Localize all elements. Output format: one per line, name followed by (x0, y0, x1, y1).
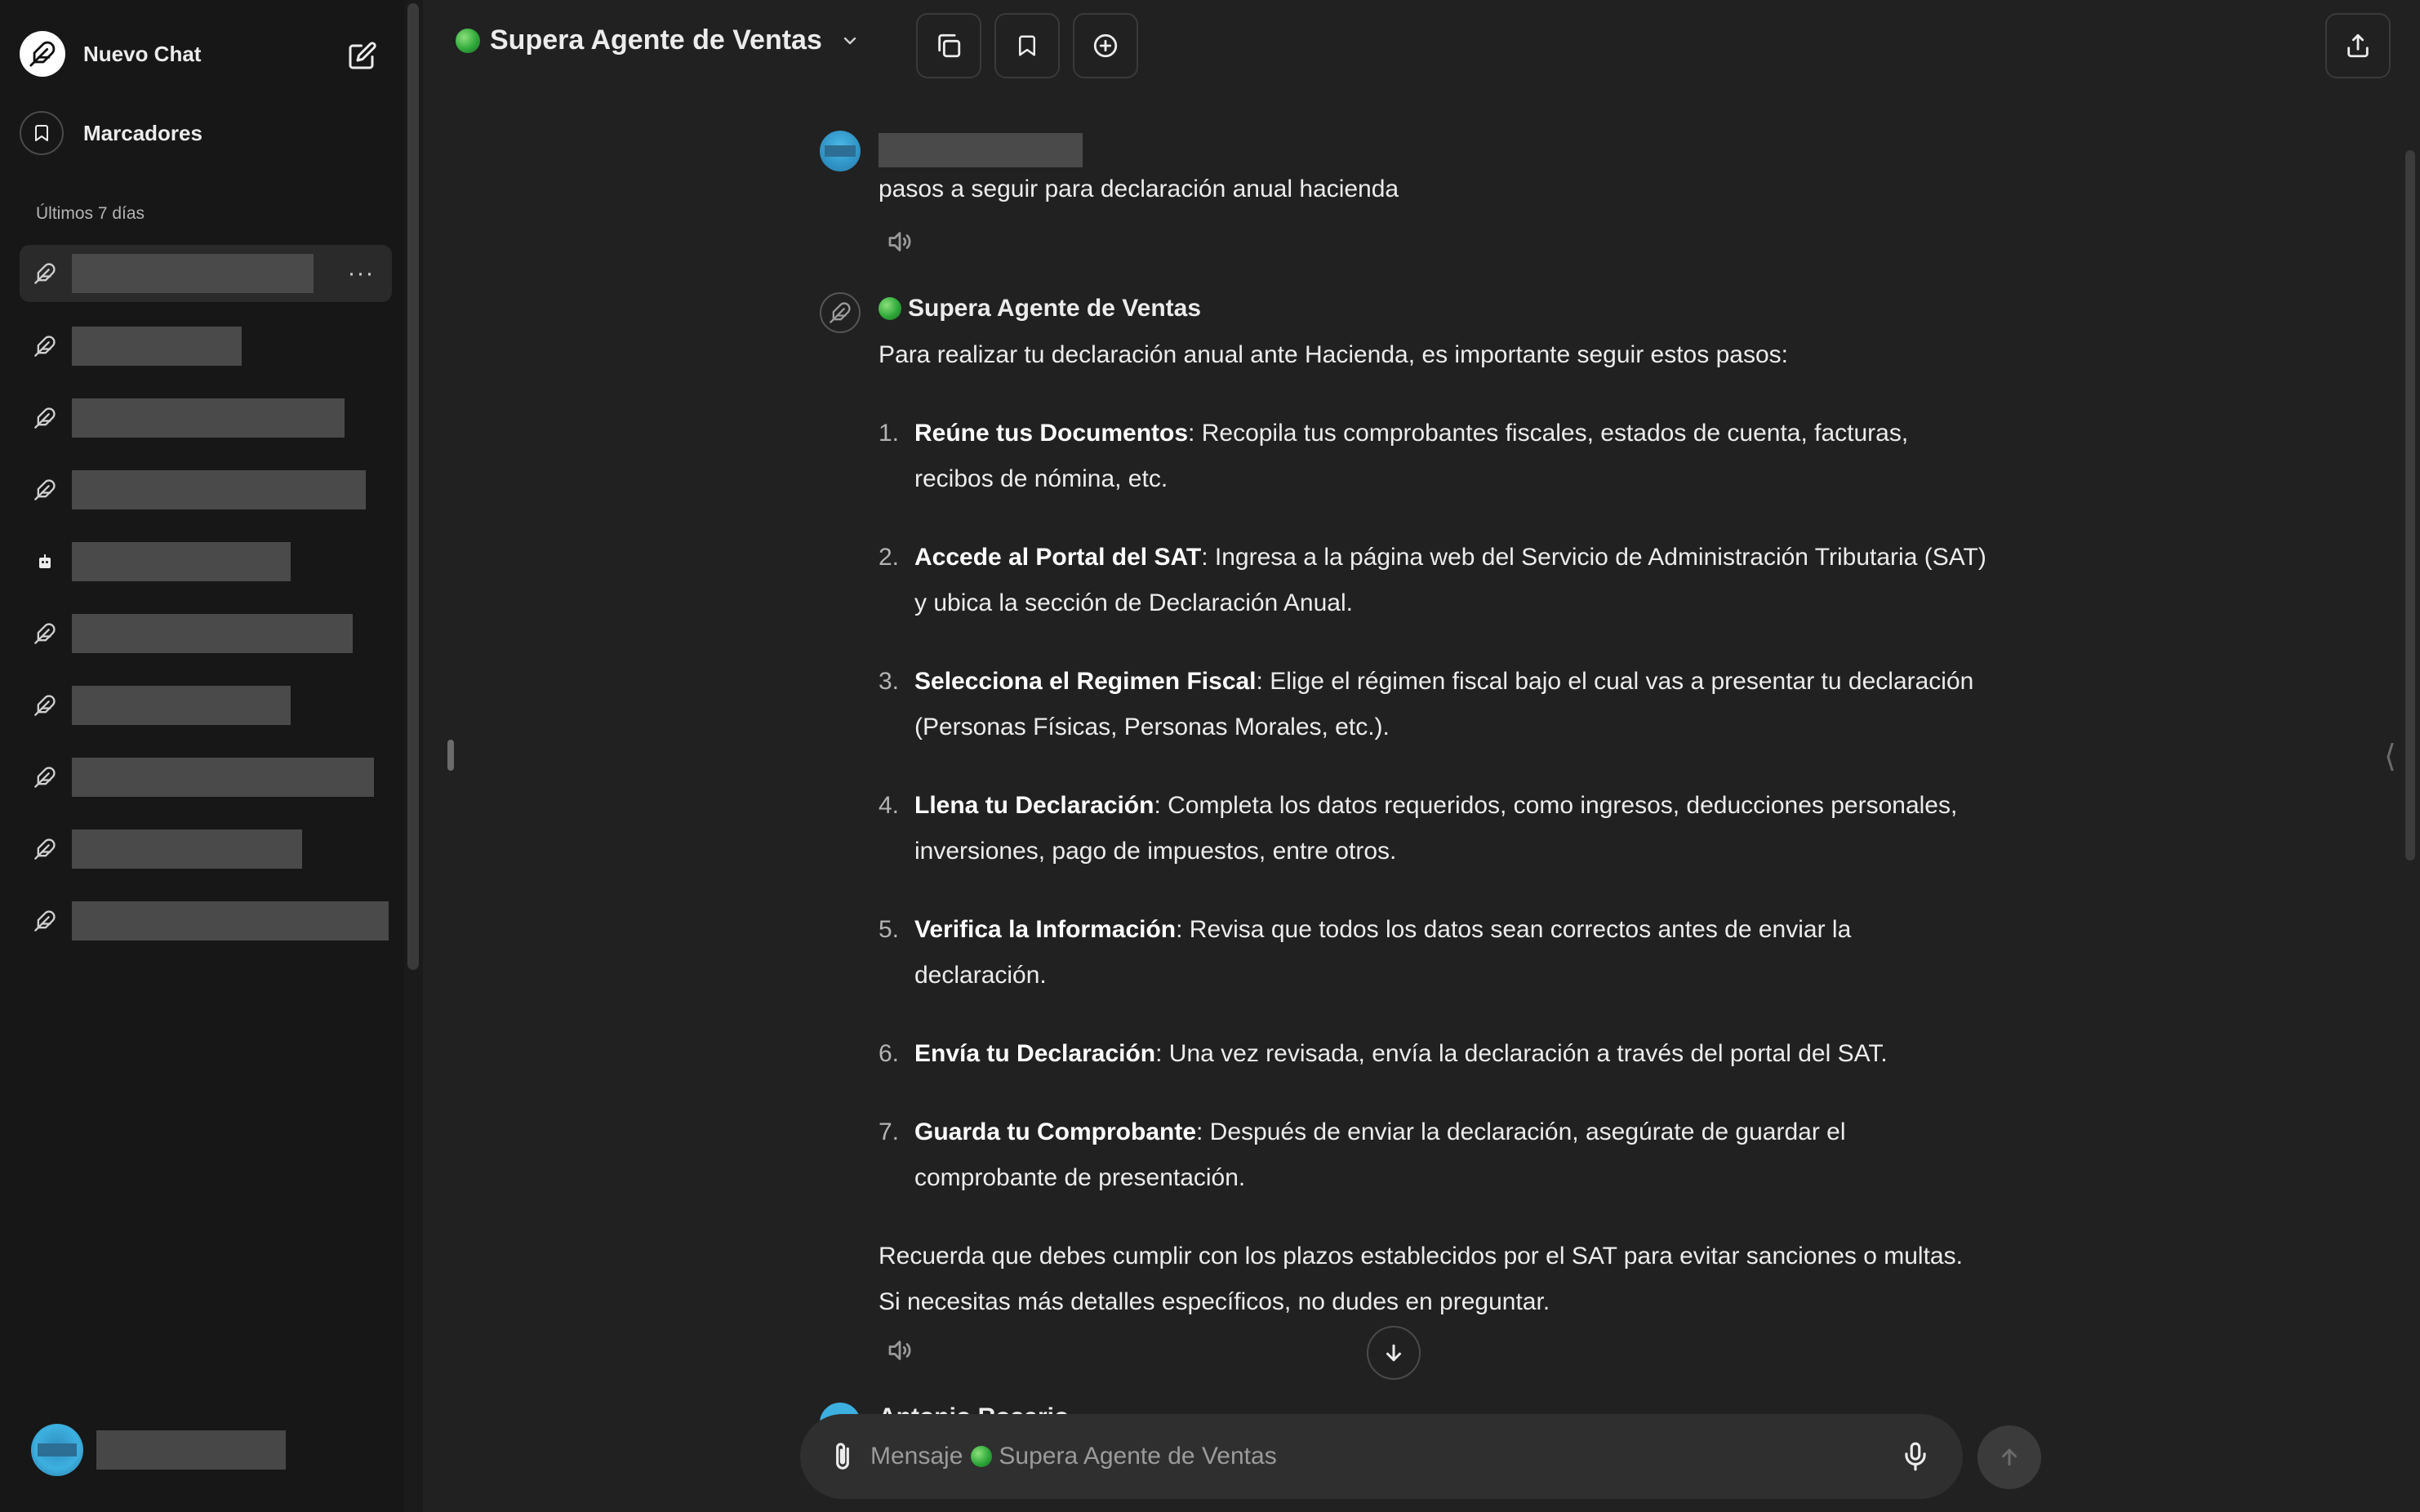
redacted-title (72, 686, 291, 725)
chat-main: Supera Agente de Ventas ⟨ pasos a seguir… (423, 0, 2420, 1512)
user-message: pasos a seguir para declaración anual ha… (879, 176, 1399, 202)
redacted-title (72, 398, 345, 438)
sidebar: Nuevo Chat Marcadores Últimos 7 días ··· (0, 0, 423, 1512)
green-circle-icon (456, 28, 480, 53)
model-selector[interactable]: Supera Agente de Ventas (456, 24, 860, 56)
list-item: 2. Accede al Portal del SAT: Ingresa a la… (879, 544, 1986, 616)
list-item: 4. Llena tu Declaración: Completa los dat… (879, 792, 1958, 865)
feather-icon (33, 837, 57, 861)
feather-icon (33, 765, 57, 789)
sidebar-scrollbar-thumb[interactable] (407, 3, 419, 970)
conversation-item[interactable] (20, 605, 392, 662)
edit-icon[interactable] (345, 38, 380, 73)
arrow-down-icon (1386, 1344, 1401, 1362)
attach-button[interactable] (825, 1439, 861, 1474)
redacted-title (72, 254, 314, 293)
conversation-item[interactable] (20, 318, 392, 375)
steps-list: 1. Reúne tus Documentos: Recopila tus com… (879, 411, 1989, 1201)
conversation-item[interactable]: ··· (20, 245, 392, 302)
conversation-item[interactable] (20, 892, 392, 949)
collapse-sidebar-handle[interactable] (447, 740, 454, 771)
redacted-title (72, 829, 302, 869)
share-button[interactable] (2325, 13, 2391, 78)
list-item: 7. Guarda tu Comprobante: Después de envi… (879, 1118, 1846, 1191)
feather-logo-icon (20, 31, 65, 77)
feather-icon (33, 334, 57, 358)
bookmark-icon (1019, 35, 1035, 56)
redacted-title (72, 327, 242, 366)
feather-icon (830, 302, 851, 323)
chevron-down-icon (843, 37, 856, 44)
redacted-title (72, 614, 353, 653)
new-chat-button[interactable]: Nuevo Chat (20, 31, 201, 77)
speaker-icon[interactable] (883, 227, 916, 256)
bookmarks-button[interactable]: Marcadores (20, 111, 202, 155)
new-chat-label: Nuevo Chat (83, 41, 202, 66)
redacted-sender-name (879, 133, 1083, 167)
list-item: 6. Envía tu Declaración: Una vez revisada… (879, 1040, 1888, 1067)
feather-icon (33, 478, 57, 502)
bot-message: Para realizar tu declaración anual ante … (879, 332, 1989, 1325)
copy-icon (938, 33, 961, 58)
conversation-item[interactable] (20, 389, 392, 447)
microphone-button[interactable] (1896, 1437, 1935, 1476)
paperclip-icon (836, 1443, 849, 1470)
list-item: 1. Reúne tus Documentos: Recopila tus com… (879, 420, 1909, 492)
plus-circle-icon (1093, 33, 1118, 58)
avatar (31, 1424, 83, 1476)
conversation-item[interactable] (20, 461, 392, 518)
placeholder-model: Supera Agente de Ventas (999, 1443, 1277, 1470)
feather-icon (33, 261, 57, 286)
bookmarks-label: Marcadores (83, 120, 202, 145)
bot-name: Supera Agente de Ventas (908, 295, 1202, 322)
conversation-item[interactable] (20, 677, 392, 734)
feather-icon (33, 621, 57, 646)
chat-scrollbar-thumb[interactable] (2405, 150, 2415, 861)
bot-avatar (820, 292, 861, 333)
bot-intro: Para realizar tu declaración anual ante … (879, 341, 1788, 368)
message-composer: Mensaje Supera Agente de Ventas (800, 1414, 1963, 1499)
sidebar-scrollbar[interactable] (404, 0, 423, 1512)
expand-right-panel-handle[interactable]: ⟨ (2384, 738, 2396, 775)
arrow-up-icon (2002, 1448, 2017, 1466)
conversation-item[interactable] (20, 749, 392, 806)
conversation-item[interactable] (20, 820, 392, 878)
share-icon (2347, 33, 2369, 58)
redacted-title (72, 758, 374, 797)
redacted-username (96, 1430, 286, 1470)
user-avatar (820, 131, 861, 171)
section-label-last-7-days: Últimos 7 días (36, 204, 145, 223)
model-name: Supera Agente de Ventas (490, 24, 822, 56)
bot-sender: Supera Agente de Ventas (879, 295, 1201, 322)
user-profile-button[interactable] (31, 1424, 286, 1476)
placeholder-prefix: Mensaje (870, 1443, 963, 1470)
bot-outro: Recuerda que debes cumplir con los plazo… (879, 1243, 1963, 1315)
microphone-icon (1905, 1442, 1926, 1471)
redacted-title (72, 470, 366, 509)
conversation-item[interactable] (20, 533, 392, 590)
feather-icon (33, 693, 57, 718)
redacted-title (72, 901, 389, 941)
speaker-icon[interactable] (883, 1336, 916, 1365)
green-circle-icon (879, 297, 901, 320)
bookmark-button[interactable] (994, 13, 1060, 78)
redacted-title (72, 542, 291, 581)
list-item: 3. Selecciona el Regimen Fiscal: Elige el… (879, 668, 1974, 740)
add-button[interactable] (1073, 13, 1138, 78)
more-options-icon[interactable]: ··· (345, 257, 377, 290)
robot-icon (33, 549, 57, 574)
message-input[interactable]: Mensaje Supera Agente de Ventas (870, 1432, 1896, 1481)
green-circle-icon (971, 1446, 993, 1467)
feather-icon (33, 406, 57, 430)
copy-conversation-button[interactable] (916, 13, 981, 78)
list-item: 5. Verifica la Información: Revisa que to… (879, 916, 1852, 989)
scroll-to-bottom-button[interactable] (1367, 1326, 1421, 1380)
send-button[interactable] (1977, 1425, 2041, 1489)
bookmark-icon (20, 111, 64, 155)
app-window: Nuevo Chat Marcadores Últimos 7 días ··· (0, 0, 2420, 1512)
feather-icon (33, 909, 57, 933)
